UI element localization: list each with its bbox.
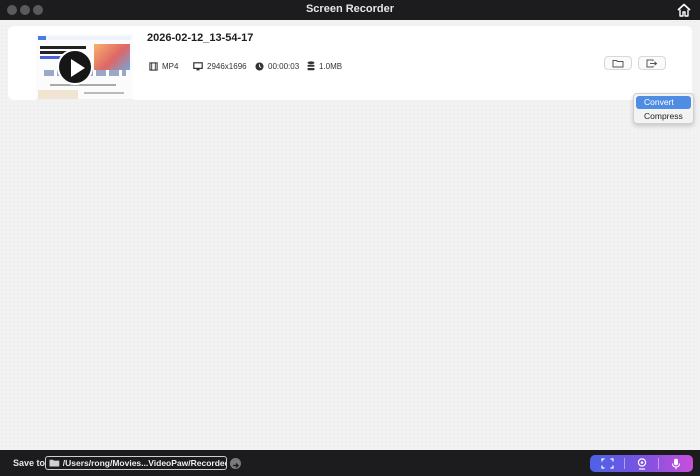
microphone-icon: [671, 458, 681, 469]
open-folder-button[interactable]: [604, 56, 632, 70]
size-label: 1.0MB: [319, 61, 343, 71]
export-dropdown-menu: Convert Compress: [633, 93, 694, 124]
recording-filename: 2026-02-12_13-54-17: [147, 32, 254, 44]
folder-icon: [612, 59, 624, 67]
format-label: MP4: [162, 61, 179, 71]
recording-item[interactable]: 2026-02-12_13-54-17 MP4 2946x1696 00:00:…: [8, 26, 692, 100]
resolution-label: 2946x1696: [207, 61, 247, 71]
bottom-bar: Save to /Users/rong/Movies...VideoPaw/Re…: [0, 450, 700, 476]
duration-info: 00:00:03: [255, 60, 299, 72]
export-button[interactable]: [638, 56, 666, 70]
size-info: 1.0MB: [307, 60, 342, 72]
clock-icon: [255, 61, 264, 71]
home-icon[interactable]: [676, 2, 692, 18]
title-bar: Screen Recorder: [0, 0, 700, 20]
resolution-info: 2946x1696: [193, 60, 247, 72]
save-to-label: Save to: [13, 458, 46, 468]
open-save-path-button[interactable]: [230, 458, 241, 469]
microphone-button[interactable]: [659, 455, 693, 472]
record-screen-button[interactable]: [590, 455, 624, 472]
film-icon: [149, 61, 158, 71]
webcam-button[interactable]: [625, 455, 659, 472]
record-toolbar: [590, 455, 693, 472]
window-title: Screen Recorder: [305, 3, 395, 15]
export-icon: [646, 59, 658, 67]
duration-label: 00:00:03: [268, 61, 300, 71]
compress-menu-item[interactable]: Compress: [636, 110, 691, 123]
save-path-field[interactable]: /Users/rong/Movies...VideoPaw/Recorded: [45, 456, 227, 470]
recordings-list: 2026-02-12_13-54-17 MP4 2946x1696 00:00:…: [0, 20, 700, 450]
arrow-right-icon: [233, 463, 239, 468]
monitor-icon: [193, 61, 203, 70]
play-button[interactable]: [57, 49, 93, 85]
database-icon: [307, 61, 315, 71]
save-path-text: /Users/rong/Movies...VideoPaw/Recorded: [62, 458, 226, 468]
convert-menu-item[interactable]: Convert: [636, 96, 691, 109]
folder-icon: [49, 459, 60, 467]
fullscreen-icon: [600, 458, 614, 469]
webcam-icon: [637, 457, 647, 470]
format-info: MP4: [149, 60, 178, 72]
play-icon: [71, 59, 85, 77]
